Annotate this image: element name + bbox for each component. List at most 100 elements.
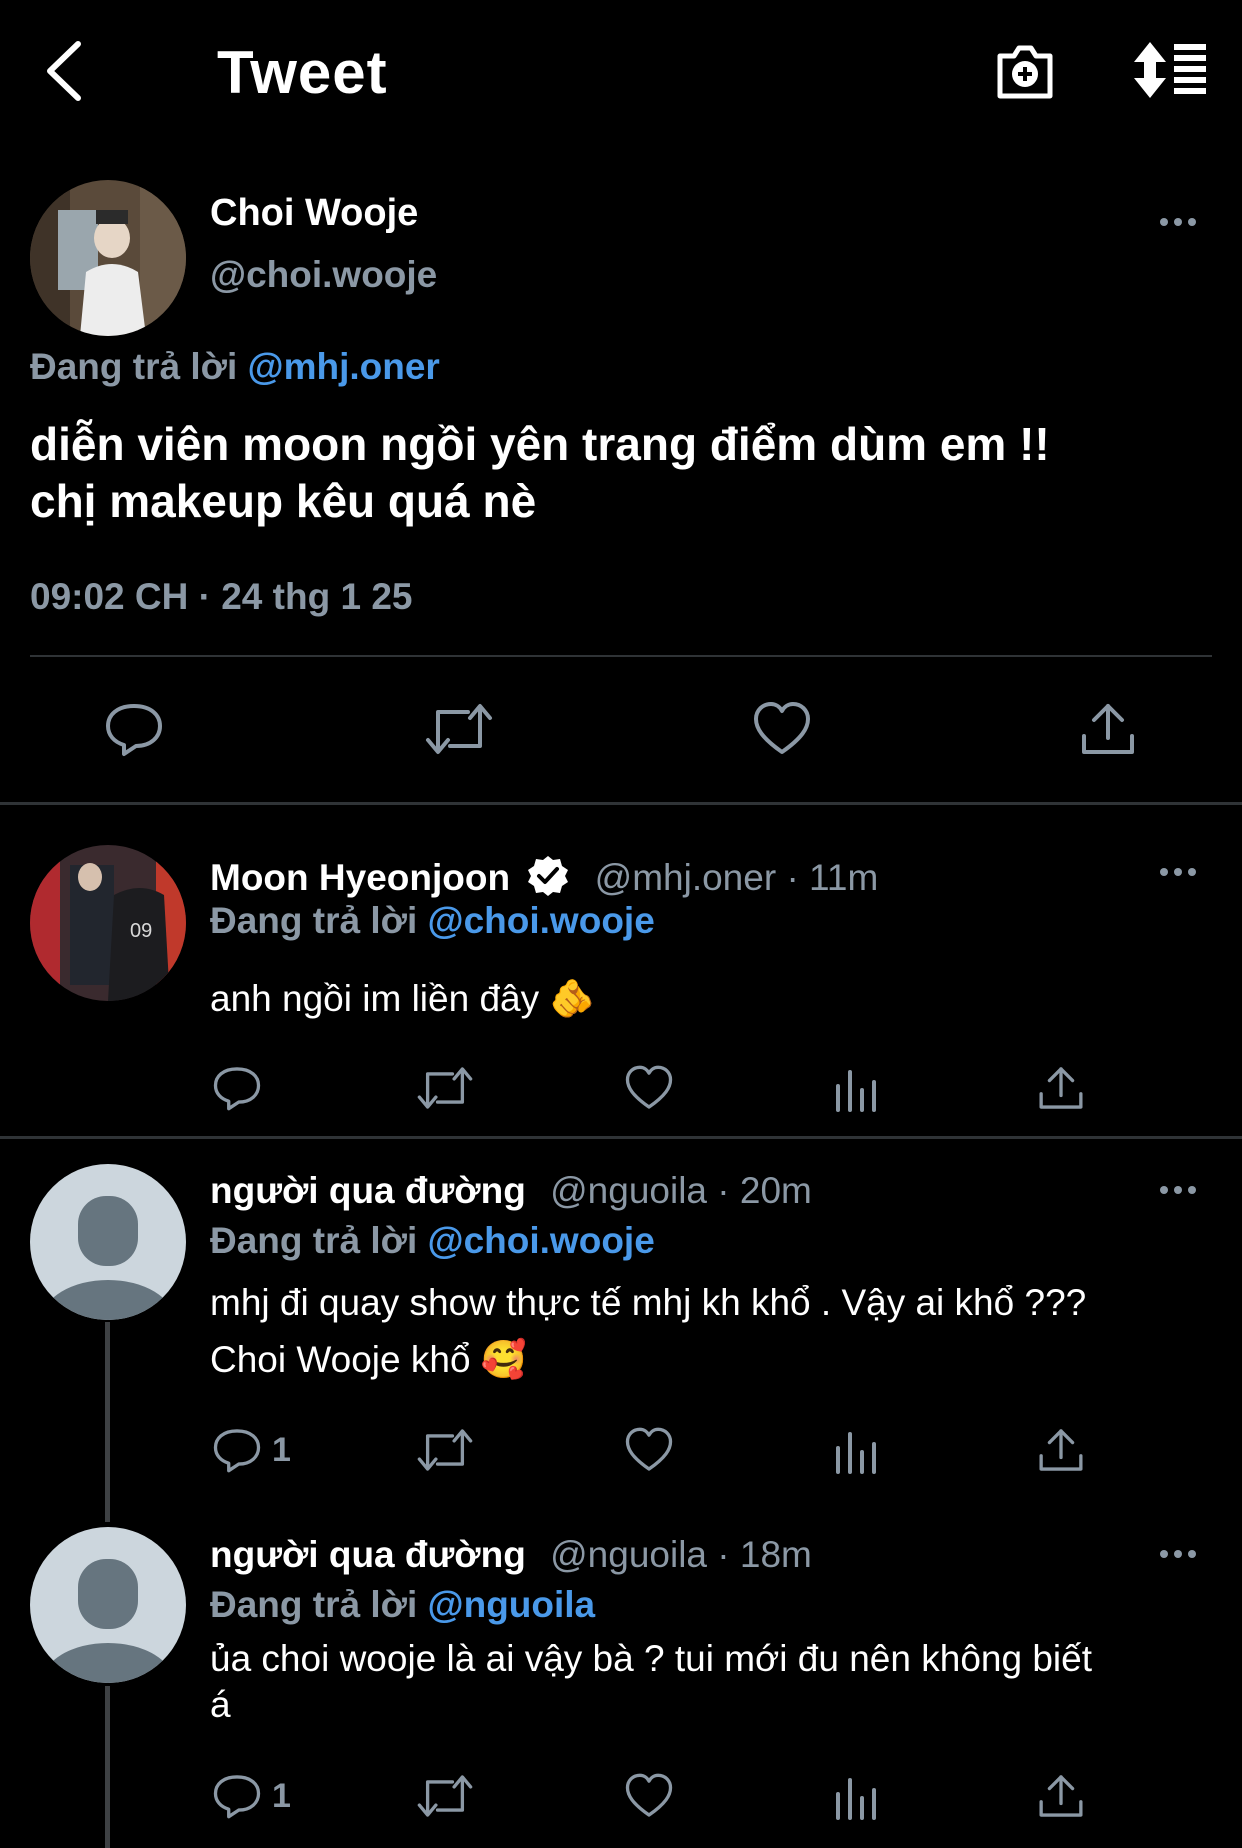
reply-text: anh ngồi im liền đây 🫵 bbox=[210, 978, 596, 1019]
analytics-icon bbox=[836, 1432, 876, 1474]
divider bbox=[0, 1136, 1242, 1139]
more-dots-icon bbox=[1160, 1186, 1196, 1194]
reply-text-line: mhj đi quay show thực tế mhj kh khổ . Vậ… bbox=[210, 1282, 1087, 1323]
like-button[interactable] bbox=[624, 1426, 674, 1474]
reply-time: 18m bbox=[739, 1534, 812, 1575]
share-button[interactable] bbox=[1036, 1772, 1086, 1820]
replying-to: Đang trả lời @nguoila bbox=[210, 1584, 595, 1626]
more-options-button[interactable] bbox=[1158, 862, 1198, 882]
reply-text: ủa choi wooje là ai vậy bà ? tui mới đu … bbox=[210, 1636, 1210, 1728]
camera-plus-icon bbox=[997, 45, 1053, 99]
retweet-icon bbox=[426, 704, 492, 754]
reply-button[interactable] bbox=[212, 1064, 262, 1112]
avatar[interactable] bbox=[30, 1164, 186, 1320]
reply-button[interactable]: 1 bbox=[212, 1426, 291, 1474]
back-button[interactable] bbox=[40, 38, 90, 104]
analytics-icon bbox=[836, 1070, 876, 1112]
default-avatar-icon bbox=[30, 1527, 186, 1683]
tweet-text-line: chị makeup kêu quá nè bbox=[30, 475, 537, 527]
reply-time: 11m bbox=[809, 857, 879, 898]
reply-button[interactable]: 1 bbox=[212, 1772, 291, 1820]
more-options-button[interactable] bbox=[1158, 1180, 1198, 1200]
author-handle[interactable]: @choi.wooje bbox=[210, 254, 437, 296]
avatar[interactable] bbox=[30, 1527, 186, 1683]
views-button[interactable] bbox=[832, 1426, 880, 1474]
mention-link[interactable]: @choi.wooje bbox=[428, 1220, 655, 1261]
mention-link[interactable]: @choi.wooje bbox=[428, 900, 655, 941]
avatar[interactable]: 09 bbox=[30, 845, 186, 1001]
camera-button[interactable] bbox=[994, 40, 1056, 102]
author-name[interactable]: người qua đường bbox=[210, 1170, 526, 1211]
heart-icon bbox=[625, 1065, 673, 1109]
reply-text: mhj đi quay show thực tế mhj kh khổ . Vậ… bbox=[210, 1274, 1210, 1388]
avatar-photo bbox=[30, 180, 186, 336]
reply-header: người qua đường @nguoila · 18m bbox=[210, 1534, 812, 1576]
reply-icon bbox=[106, 704, 162, 756]
avatar-photo: 09 bbox=[30, 845, 186, 1001]
more-dots-icon bbox=[1160, 868, 1196, 876]
heart-icon bbox=[625, 1427, 673, 1471]
reply-icon bbox=[213, 1429, 261, 1473]
tweet-timestamp: 09:02 CH · 24 thg 1 25 bbox=[30, 576, 413, 617]
mention-link[interactable]: @mhj.oner bbox=[248, 346, 440, 387]
author-handle[interactable]: @mhj.oner bbox=[595, 857, 777, 898]
retweet-button[interactable] bbox=[416, 1426, 474, 1474]
views-button[interactable] bbox=[832, 1064, 880, 1112]
author-name[interactable]: người qua đường bbox=[210, 1534, 526, 1575]
retweet-button[interactable] bbox=[424, 700, 494, 758]
retweet-button[interactable] bbox=[416, 1772, 474, 1820]
more-options-button[interactable] bbox=[1158, 1544, 1198, 1564]
reply-text-line: á bbox=[210, 1684, 231, 1725]
replying-to-label: Đang trả lời bbox=[210, 1220, 418, 1261]
mention-link[interactable]: @nguoila bbox=[428, 1584, 596, 1625]
reply-count: 1 bbox=[272, 1430, 291, 1469]
svg-text:09: 09 bbox=[130, 920, 152, 942]
heart-icon bbox=[625, 1773, 673, 1817]
replying-to: Đang trả lời @mhj.oner bbox=[30, 346, 440, 388]
default-avatar-icon bbox=[30, 1164, 186, 1320]
retweet-button[interactable] bbox=[416, 1064, 474, 1112]
like-button[interactable] bbox=[624, 1064, 674, 1112]
reply-count: 1 bbox=[272, 1776, 291, 1815]
author-name[interactable]: Moon Hyeonjoon bbox=[210, 857, 510, 898]
share-button[interactable] bbox=[1078, 700, 1138, 758]
page-title: Tweet bbox=[217, 39, 388, 106]
author-handle[interactable]: @nguoila bbox=[550, 1534, 707, 1575]
avatar[interactable] bbox=[30, 180, 186, 336]
share-button[interactable] bbox=[1036, 1064, 1086, 1112]
retweet-icon bbox=[417, 1067, 473, 1109]
replying-to: Đang trả lời @choi.wooje bbox=[210, 900, 655, 942]
replying-to: Đang trả lời @choi.wooje bbox=[210, 1220, 655, 1262]
share-button[interactable] bbox=[1036, 1426, 1086, 1474]
author-name[interactable]: Choi Wooje bbox=[210, 192, 418, 235]
thread-line bbox=[105, 1322, 110, 1522]
verified-badge-icon bbox=[528, 856, 569, 896]
share-icon bbox=[1082, 704, 1134, 754]
more-dots-icon bbox=[1160, 1550, 1196, 1558]
like-button[interactable] bbox=[624, 1772, 674, 1820]
like-button[interactable] bbox=[752, 700, 812, 758]
reply-icon bbox=[213, 1067, 261, 1111]
views-button[interactable] bbox=[832, 1772, 880, 1820]
chevron-left-icon bbox=[47, 41, 81, 101]
sort-list-icon bbox=[1134, 42, 1206, 98]
sort-button[interactable] bbox=[1132, 40, 1208, 100]
share-icon bbox=[1039, 1067, 1083, 1109]
reply-time: 20m bbox=[739, 1170, 812, 1211]
share-icon bbox=[1039, 1429, 1083, 1471]
divider bbox=[30, 655, 1212, 657]
heart-icon bbox=[754, 702, 810, 754]
reply-button[interactable] bbox=[104, 700, 164, 758]
tweet-text: diễn viên moon ngồi yên trang điểm dùm e… bbox=[30, 416, 1230, 530]
reply-icon bbox=[213, 1775, 261, 1819]
reply-header: Moon Hyeonjoon @mhj.oner · 11m bbox=[210, 854, 878, 899]
retweet-icon bbox=[417, 1429, 473, 1471]
retweet-icon bbox=[417, 1775, 473, 1817]
more-dots-icon bbox=[1160, 218, 1196, 226]
divider bbox=[0, 802, 1242, 805]
replying-to-label: Đang trả lời bbox=[30, 346, 238, 387]
more-options-button[interactable] bbox=[1158, 212, 1198, 232]
reply-text-line: Choi Wooje khổ 🥰 bbox=[210, 1339, 527, 1380]
author-handle[interactable]: @nguoila bbox=[550, 1170, 707, 1211]
reply-text-line: ủa choi wooje là ai vậy bà ? tui mới đu … bbox=[210, 1638, 1092, 1679]
